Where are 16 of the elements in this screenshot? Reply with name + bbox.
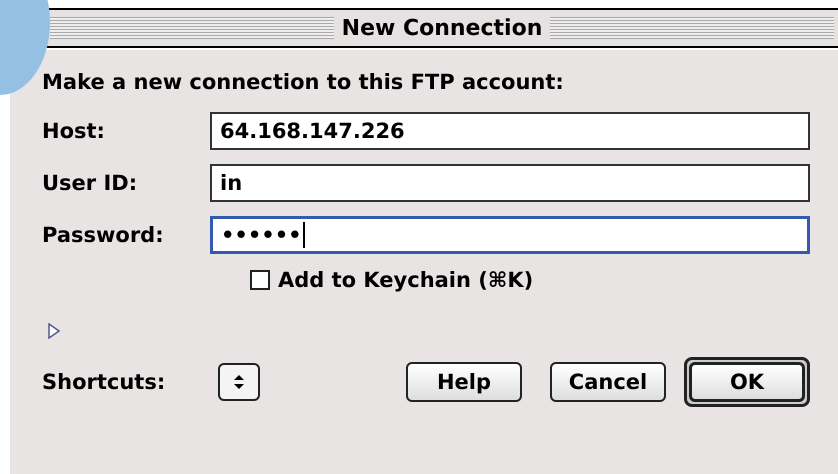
shortcuts-label: Shortcuts: [42, 370, 166, 394]
prompt-text: Make a new connection to this FTP account: [42, 70, 565, 94]
dialog-button[interactable]: Cancel [550, 362, 666, 402]
input-field[interactable]: 64.168.147.226 [210, 112, 810, 150]
input-field[interactable]: in [210, 164, 810, 202]
keychain-checkbox[interactable]: Add to Keychain (⌘K) [250, 268, 534, 292]
dialog-button[interactable]: Help [406, 362, 522, 402]
field-label: User ID: [42, 171, 138, 195]
up-down-arrows-icon [233, 374, 245, 390]
input-field[interactable]: •••••• [210, 216, 810, 254]
shortcuts-popup-button[interactable] [218, 363, 260, 401]
window-title: New Connection [342, 16, 542, 40]
field-label: Host: [42, 119, 106, 143]
field-label: Password: [42, 223, 165, 247]
disclosure-triangle-icon[interactable] [48, 323, 60, 339]
dialog-button[interactable]: OK [689, 362, 805, 402]
